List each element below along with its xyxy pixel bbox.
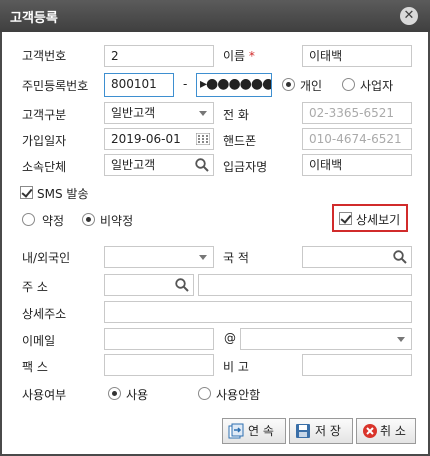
radio-business-label: 사업자: [360, 79, 394, 93]
radio-business[interactable]: [342, 78, 355, 91]
resident-no-label: 주민등록번호: [22, 79, 89, 93]
search-icon[interactable]: [195, 158, 209, 172]
email-at-sign: @: [224, 331, 236, 345]
sms-checkbox[interactable]: [20, 186, 33, 199]
radio-unuse[interactable]: [198, 387, 211, 400]
mobile-label: 핸드폰: [223, 134, 257, 148]
resident-no-back-field[interactable]: ▸●●●●●●: [196, 73, 272, 97]
depositor-field[interactable]: 이태백: [302, 154, 412, 176]
phone-label: 전 화: [223, 108, 249, 122]
domestic-label: 내/외국인: [22, 251, 71, 265]
sms-label: SMS 발송: [37, 187, 89, 201]
cancel-label: 취 소: [380, 424, 406, 438]
cancel-button[interactable]: 취 소: [356, 418, 416, 444]
continue-icon: [228, 423, 244, 439]
radio-use[interactable]: [108, 387, 121, 400]
customer-type-select[interactable]: 일반고객: [104, 102, 214, 124]
address-field[interactable]: [198, 274, 412, 296]
customer-register-dialog: 고객등록 ✕ 고객번호 2 이름 * 이태백 주민등록번호 800101 - ▸…: [0, 0, 430, 456]
email-user-field[interactable]: [104, 328, 214, 350]
search-icon[interactable]: [175, 278, 189, 292]
name-label: 이름 *: [223, 49, 255, 63]
customer-no-field[interactable]: 2: [104, 45, 214, 67]
detail-view-checkbox[interactable]: [339, 212, 352, 225]
radio-contract[interactable]: [22, 213, 35, 226]
save-button[interactable]: 저 장: [289, 418, 353, 444]
radio-no-contract-label: 비약정: [100, 214, 134, 228]
continue-label: 연 속: [248, 424, 274, 438]
customer-type-value: 일반고객: [111, 106, 156, 120]
name-field[interactable]: 이태백: [302, 45, 412, 67]
save-icon: [296, 424, 310, 438]
customer-no-label: 고객번호: [22, 49, 67, 63]
resident-no-front-field[interactable]: 800101: [104, 73, 174, 97]
nationality-label: 국 적: [223, 251, 249, 265]
save-label: 저 장: [315, 424, 341, 438]
use-label: 사용여부: [22, 388, 67, 402]
group-label: 소속단체: [22, 160, 67, 174]
radio-use-label: 사용: [126, 388, 149, 402]
domestic-select[interactable]: [104, 246, 214, 268]
chevron-down-icon: [199, 111, 207, 116]
nationality-field[interactable]: [302, 246, 412, 268]
zip-field[interactable]: [104, 274, 194, 296]
chevron-down-icon: [199, 255, 207, 260]
customer-type-label: 고객구분: [22, 108, 67, 122]
resident-no-separator: -: [183, 77, 188, 91]
phone-field[interactable]: 02-3365-6521: [302, 102, 412, 124]
radio-unuse-label: 사용안함: [216, 388, 261, 402]
memo-label: 비 고: [223, 360, 249, 374]
search-icon[interactable]: [393, 250, 407, 264]
dialog-title: 고객등록: [10, 11, 58, 26]
required-mark: *: [248, 49, 255, 63]
continue-button[interactable]: 연 속: [222, 418, 286, 444]
dialog-body: 고객번호 2 이름 * 이태백 주민등록번호 800101 - ▸●●●●●● …: [2, 32, 428, 454]
close-icon: ✕: [403, 8, 415, 23]
title-bar: 고객등록 ✕: [0, 0, 430, 32]
radio-individual[interactable]: [282, 78, 295, 91]
group-value: 일반고객: [111, 158, 156, 172]
fax-field[interactable]: [104, 354, 214, 376]
join-date-label: 가입일자: [22, 134, 67, 148]
email-label: 이메일: [22, 334, 56, 348]
address-detail-label: 상세주소: [22, 307, 67, 321]
email-domain-select[interactable]: [240, 328, 412, 350]
join-date-value: 2019-06-01: [111, 132, 181, 146]
radio-contract-label: 약정: [42, 214, 65, 228]
group-field[interactable]: 일반고객: [104, 154, 214, 176]
memo-field[interactable]: [302, 354, 412, 376]
close-button[interactable]: ✕: [400, 7, 418, 25]
radio-individual-label: 개인: [300, 79, 323, 93]
mobile-field[interactable]: 010-4674-6521: [302, 128, 412, 150]
calendar-icon[interactable]: [196, 133, 210, 145]
fax-label: 팩 스: [22, 360, 48, 374]
radio-no-contract[interactable]: [82, 213, 95, 226]
detail-view-label: 상세보기: [356, 213, 401, 227]
join-date-field[interactable]: 2019-06-01: [104, 128, 214, 150]
depositor-label: 입금자명: [223, 160, 268, 174]
cancel-icon: [363, 424, 377, 438]
address-label: 주 소: [22, 280, 48, 294]
address-detail-field[interactable]: [104, 301, 412, 323]
chevron-down-icon: [397, 337, 405, 342]
